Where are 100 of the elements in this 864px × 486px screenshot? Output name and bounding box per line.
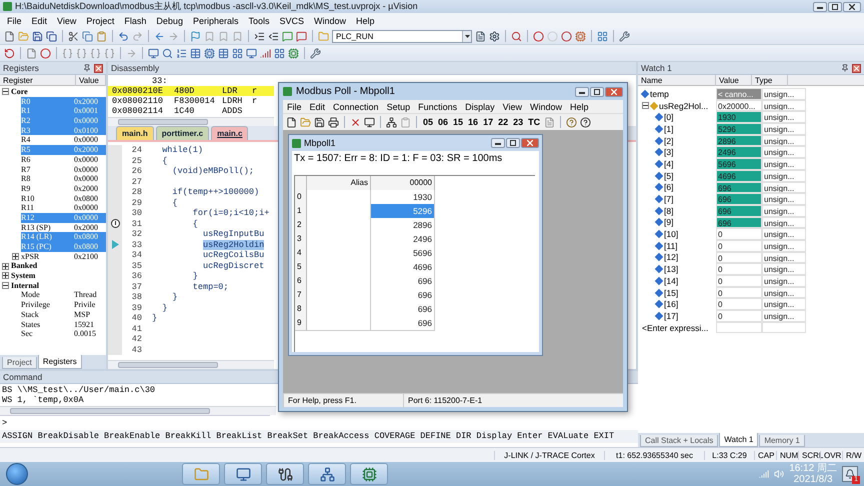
function-code-button[interactable]: 23 — [512, 117, 524, 127]
page-icon[interactable] — [26, 48, 37, 58]
register-value-cell[interactable]: 696 — [371, 302, 435, 317]
menu-item[interactable]: Connection — [329, 102, 383, 112]
maximize-button[interactable] — [590, 86, 604, 96]
minimize-button[interactable] — [813, 2, 827, 12]
enter-expression-field[interactable]: <Enter expressi... — [642, 322, 708, 333]
delete-icon[interactable] — [350, 116, 361, 128]
menu-item[interactable]: View — [498, 102, 526, 112]
function-code-button[interactable]: 06 — [437, 117, 450, 127]
column-header[interactable]: Type — [752, 75, 788, 86]
menu-item[interactable]: Flash — [119, 16, 152, 26]
column-header[interactable]: Name — [638, 75, 716, 86]
maximize-button[interactable] — [506, 138, 520, 148]
bookmark-icon[interactable] — [232, 30, 243, 42]
copy-icon[interactable] — [82, 30, 93, 42]
menu-item[interactable]: Window — [526, 102, 566, 112]
menu-item[interactable]: Help — [566, 102, 593, 112]
column-header[interactable]: 00000 — [371, 176, 435, 191]
taskbar-button[interactable] — [308, 463, 346, 485]
arrow-icon[interactable] — [126, 48, 137, 58]
target-dropdown[interactable]: PLC_RUN — [332, 30, 472, 42]
alias-cell[interactable] — [307, 316, 371, 331]
taskbar-button[interactable] — [266, 463, 304, 485]
undo-icon[interactable] — [118, 30, 129, 42]
close-button[interactable] — [852, 64, 861, 72]
signal-icon[interactable] — [759, 469, 770, 479]
menu-item[interactable]: SVCS — [274, 16, 310, 26]
file-tab[interactable]: porttimer.c — [156, 126, 210, 140]
reset-icon[interactable] — [4, 48, 15, 58]
file-tab[interactable]: main.c — [211, 126, 248, 140]
document-icon[interactable] — [475, 30, 486, 42]
menu-item[interactable]: Debug — [151, 16, 188, 26]
menu-item[interactable]: File — [283, 102, 306, 112]
register-value-cell[interactable]: 1930 — [371, 190, 435, 205]
register-value-cell[interactable]: 2496 — [371, 232, 435, 247]
start-button[interactable] — [6, 463, 28, 485]
menu-item[interactable]: Tools — [243, 16, 274, 26]
function-code-button[interactable]: 17 — [482, 117, 494, 127]
function-code-button[interactable]: 22 — [497, 117, 510, 127]
menu-item[interactable]: Project — [81, 16, 120, 26]
menu-item[interactable]: Setup — [382, 102, 414, 112]
horizontal-scrollbar[interactable] — [108, 117, 274, 126]
register-value-cell[interactable]: 696 — [371, 316, 435, 331]
expand-toggle[interactable] — [2, 88, 9, 96]
wrench-icon[interactable] — [619, 30, 630, 42]
window-layout-icon[interactable] — [597, 30, 608, 42]
function-code-button[interactable]: 16 — [467, 117, 480, 127]
horizontal-scrollbar[interactable] — [0, 406, 276, 415]
panel-tab[interactable]: Project — [2, 357, 37, 369]
expand-toggle[interactable] — [642, 102, 649, 110]
chip-icon[interactable] — [575, 30, 586, 42]
pin-icon[interactable] — [83, 64, 91, 72]
register-value-cell[interactable]: 696 — [371, 288, 435, 303]
speaker-icon[interactable] — [774, 469, 784, 479]
bookmark-icon[interactable] — [218, 30, 229, 42]
taskbar-button[interactable] — [224, 463, 262, 485]
save-icon[interactable] — [314, 116, 325, 128]
gear-icon[interactable] — [489, 30, 500, 42]
flag-icon[interactable] — [190, 30, 201, 42]
paste-icon[interactable] — [96, 30, 107, 42]
outdent-icon[interactable] — [268, 30, 279, 42]
file-tab[interactable]: main.h — [116, 126, 154, 140]
menu-item[interactable]: View — [52, 16, 82, 26]
function-code-button[interactable]: 15 — [452, 117, 464, 127]
panel-tab[interactable]: Memory 1 — [759, 435, 805, 447]
close-button[interactable] — [94, 64, 103, 72]
printer-icon[interactable] — [328, 116, 339, 128]
expand-toggle[interactable] — [2, 272, 9, 280]
register-value-cell[interactable]: 2896 — [371, 218, 435, 233]
column-header[interactable]: Alias — [307, 176, 371, 191]
expand-toggle[interactable] — [12, 253, 19, 260]
bookmark-icon[interactable] — [204, 30, 215, 42]
indent-icon[interactable] — [254, 30, 265, 42]
register-value-cell[interactable]: 5696 — [371, 246, 435, 261]
register-value-cell[interactable]: 4696 — [371, 260, 435, 275]
menu-item[interactable]: Functions — [414, 102, 462, 112]
menu-item[interactable]: Peripherals — [188, 16, 244, 26]
menu-item[interactable]: Help — [351, 16, 380, 26]
expand-toggle[interactable] — [2, 262, 9, 270]
circle-outline-icon[interactable] — [561, 30, 572, 42]
menu-item[interactable]: Display — [461, 102, 499, 112]
minimize-button[interactable] — [491, 138, 505, 148]
column-header[interactable]: Value — [716, 75, 752, 86]
save-icon[interactable] — [32, 30, 43, 42]
horizontal-scrollbar[interactable] — [108, 360, 274, 369]
back-arrow-icon[interactable] — [154, 30, 165, 42]
menu-item[interactable]: Edit — [306, 102, 330, 112]
new-file-icon[interactable] — [4, 30, 15, 42]
new-file-icon[interactable] — [286, 116, 297, 128]
help-icon[interactable] — [566, 116, 578, 128]
column-header[interactable]: Value — [76, 75, 106, 86]
taskbar-button[interactable] — [350, 463, 388, 485]
menu-item[interactable]: Edit — [26, 16, 52, 26]
register-value-cell[interactable]: 696 — [371, 274, 435, 289]
toolbox-icon[interactable] — [310, 48, 321, 58]
pin-icon[interactable] — [841, 64, 849, 72]
panel-tab[interactable]: Registers — [38, 355, 82, 369]
function-code-button[interactable]: TC — [527, 117, 542, 127]
column-header[interactable]: Register — [0, 75, 76, 86]
